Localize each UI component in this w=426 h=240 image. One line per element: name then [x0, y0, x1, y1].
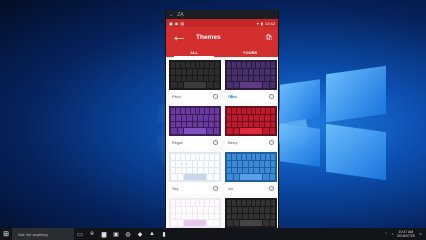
system-clock[interactable]: 10:47 AM 2016/07/25 [397, 230, 415, 238]
theme-card-footer: Pitch [169, 90, 221, 103]
edge-browser-icon[interactable]: e [86, 228, 98, 240]
theme-name: Pitch [172, 94, 181, 99]
emulator-title-bar[interactable]: ⌄ ZA [166, 10, 278, 19]
wifi-icon: ▾ [256, 20, 259, 26]
theme-select-radio[interactable] [213, 94, 218, 99]
back-arrow-icon[interactable]: ← [171, 28, 187, 46]
android-status-bar: ▣ ◉ ▤ ▾ ▮ 12:42 [166, 19, 278, 27]
keyboard-preview [169, 60, 221, 90]
notification-icon: ◉ [174, 20, 179, 26]
theme-select-radio[interactable] [213, 186, 218, 191]
store-icon[interactable]: 🛍 [265, 34, 273, 41]
notifications-icon[interactable]: ▭ [419, 232, 422, 236]
theme-card[interactable]: Pitch [169, 60, 221, 103]
theme-card-footer: Sky [169, 182, 221, 195]
notification-icon: ▣ [169, 20, 173, 26]
windows-logo-pane [280, 123, 320, 167]
clock-date: 2016/07/25 [397, 234, 415, 238]
chevron-down-icon[interactable]: ⌄ [169, 12, 173, 18]
theme-card[interactable]: Regal [169, 106, 221, 149]
theme-card[interactable]: Ice [225, 152, 277, 195]
tab-yours[interactable]: YOURS [222, 47, 278, 57]
theme-select-radio[interactable] [269, 140, 274, 145]
notification-icon: ▤ [180, 20, 185, 26]
emulator-app-icon[interactable]: ▮ [158, 228, 170, 240]
battery-icon: ▮ [260, 20, 263, 26]
theme-tabs: ALL YOURS [166, 47, 278, 57]
theme-card-footer: Ice [225, 182, 277, 195]
cortana-search-box[interactable]: Ask me anything [12, 228, 74, 240]
keyboard-preview [225, 198, 277, 228]
android-emulator-window[interactable]: ⌄ ZA ▣ ◉ ▤ ▾ ▮ 12:42 ← Themes 🛍 ALL YOUR… [165, 10, 279, 230]
system-tray: ⌃ ♪ 10:47 AM 2016/07/25 ▭ [384, 228, 422, 240]
keyboard-preview [225, 60, 277, 90]
app-icon[interactable]: ◆ [134, 228, 146, 240]
theme-name: Sky [172, 186, 179, 191]
page-title: Themes [196, 33, 221, 41]
keyboard-preview [225, 152, 277, 182]
theme-name: Ice [228, 186, 234, 191]
cursor-indicator [230, 95, 233, 98]
keyboard-preview [169, 198, 221, 228]
theme-name: Regal [172, 140, 183, 145]
theme-select-radio[interactable] [269, 94, 274, 99]
store-icon[interactable]: ▣ [110, 228, 122, 240]
windows-logo-pane [326, 123, 386, 181]
theme-card[interactable] [169, 198, 221, 230]
theme-card-footer: Berry [225, 136, 277, 149]
theme-card-footer: Regal [169, 136, 221, 149]
status-time: 12:42 [264, 20, 275, 26]
chrome-icon[interactable]: ◍ [122, 228, 134, 240]
windows-taskbar: ⊞ Ask me anything ▭ e ▆ ▣ ◍ ◆ ▲ ▮ ⌃ ♪ 10… [0, 228, 426, 240]
theme-card[interactable]: Berry [225, 106, 277, 149]
theme-grid: PitchDuskRegalBerrySkyIce [166, 58, 278, 230]
network-icon[interactable]: ⌃ [384, 232, 387, 236]
file-explorer-icon[interactable]: ▆ [98, 228, 110, 240]
windows-start-icon[interactable]: ⊞ [0, 228, 12, 240]
keyboard-preview [225, 106, 277, 136]
windows-logo-pane [326, 65, 386, 123]
app-icon[interactable]: ▲ [146, 228, 158, 240]
theme-card[interactable]: Sky [169, 152, 221, 195]
tab-all[interactable]: ALL [166, 47, 222, 57]
theme-select-radio[interactable] [213, 140, 218, 145]
emulator-title: ZA [177, 11, 184, 18]
app-toolbar: ← Themes 🛍 [166, 27, 278, 47]
theme-select-radio[interactable] [269, 186, 274, 191]
theme-card[interactable] [225, 198, 277, 230]
theme-name: Berry [228, 140, 238, 145]
volume-icon[interactable]: ♪ [391, 232, 393, 236]
keyboard-preview [169, 152, 221, 182]
task-view-icon[interactable]: ▭ [74, 228, 86, 240]
keyboard-preview [169, 106, 221, 136]
windows-logo-pane [280, 79, 320, 123]
